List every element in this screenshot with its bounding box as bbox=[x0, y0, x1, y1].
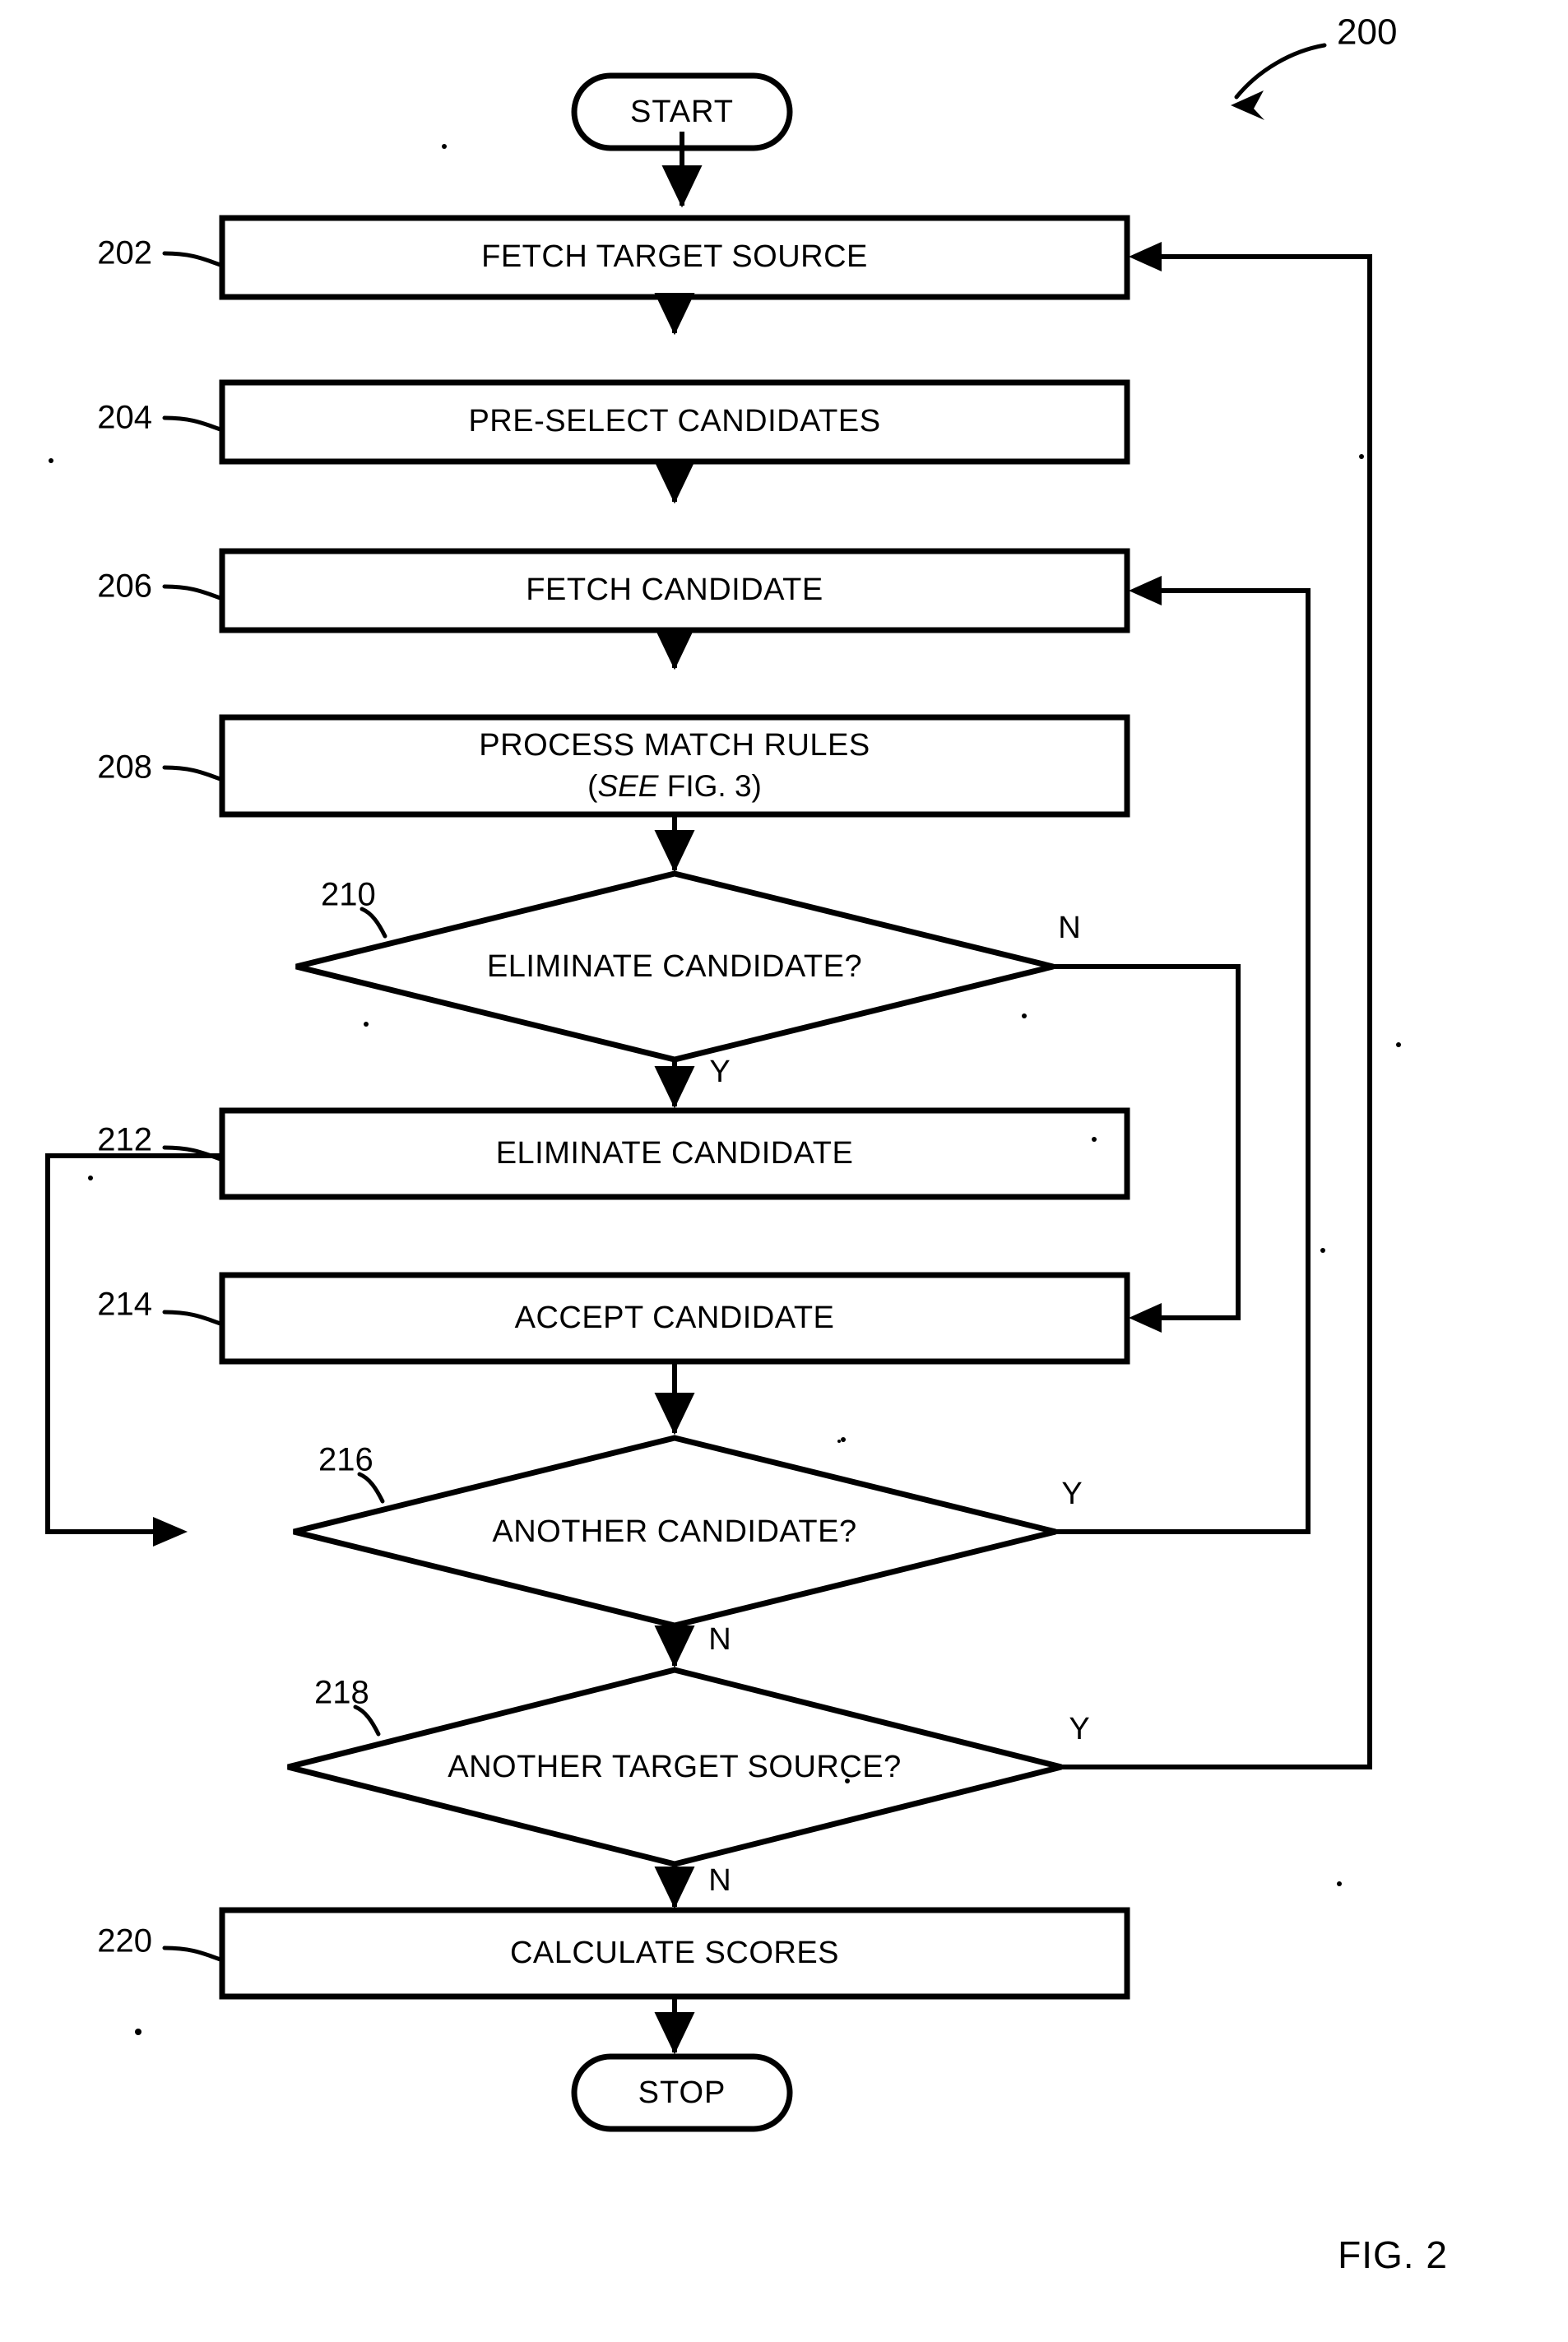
diamond-216-label: ANOTHER CANDIDATE? bbox=[492, 1514, 856, 1549]
scan-speck bbox=[88, 1176, 93, 1180]
box-208-label: PROCESS MATCH RULES bbox=[479, 728, 870, 763]
stop-terminator-label: STOP bbox=[638, 2075, 726, 2110]
ref-number-210: 210 bbox=[321, 877, 376, 913]
ref-number-202: 202 bbox=[97, 235, 152, 271]
ref-number-220: 220 bbox=[97, 1923, 152, 1959]
edge-218-Y-path bbox=[1061, 254, 1372, 1769]
figure-page: 200 START FETCH TARGET SOURCE 202 PRE-SE… bbox=[0, 0, 1568, 2342]
edge-212-to-216 bbox=[45, 1153, 222, 1547]
node-202: FETCH TARGET SOURCE 202 bbox=[97, 215, 1130, 300]
ref-number-218: 218 bbox=[314, 1675, 369, 1711]
node-stop: STOP bbox=[571, 2053, 793, 2132]
scan-speck bbox=[1359, 454, 1364, 459]
edge-212-216-path bbox=[45, 1153, 222, 1534]
ref-210-leader bbox=[360, 907, 387, 939]
scan-speck bbox=[837, 1440, 841, 1443]
node-220: CALCULATE SCORES 220 bbox=[97, 1907, 1130, 2000]
edge-210-Y-to-212: Y bbox=[654, 1055, 731, 1109]
box-212-label: ELIMINATE CANDIDATE bbox=[496, 1136, 854, 1171]
edge-216-Y-arrowhead bbox=[1129, 576, 1162, 605]
ref-214-leader bbox=[162, 1310, 223, 1326]
ref-206-leader bbox=[162, 584, 223, 601]
ref-220-leader bbox=[162, 1945, 223, 1962]
ref-number-212: 212 bbox=[97, 1122, 152, 1158]
node-208: PROCESS MATCH RULES (SEE FIG. 3) 208 bbox=[97, 714, 1130, 818]
box-208-sublabel-italic: SEE bbox=[597, 769, 659, 803]
ref-208-leader bbox=[162, 765, 223, 781]
node-218: ANOTHER TARGET SOURCE? 218 bbox=[287, 1667, 1062, 1867]
box-208-sublabel: (SEE FIG. 3) bbox=[587, 769, 762, 803]
node-212: ELIMINATE CANDIDATE 212 bbox=[97, 1107, 1130, 1200]
box-206-label: FETCH CANDIDATE bbox=[526, 573, 823, 607]
edge-212-216-arrowhead bbox=[153, 1517, 188, 1547]
diamond-210-label: ELIMINATE CANDIDATE? bbox=[487, 949, 862, 984]
ref-216-leader bbox=[357, 1472, 385, 1504]
ref-number-206: 206 bbox=[97, 568, 152, 605]
edge-216-N-to-218: N bbox=[654, 1622, 731, 1668]
node-216: ANOTHER CANDIDATE? 216 bbox=[293, 1435, 1056, 1629]
flowchart-diagram: 200 START FETCH TARGET SOURCE 202 PRE-SE… bbox=[45, 12, 1448, 2276]
branch-label-216-Y: Y bbox=[1061, 1477, 1082, 1511]
edge-218-N-to-220: N bbox=[654, 1863, 731, 1909]
scan-speck bbox=[1337, 1881, 1342, 1886]
branch-label-210-N: N bbox=[1058, 911, 1080, 945]
branch-label-210-Y: Y bbox=[709, 1055, 730, 1089]
edge-218-Y-to-202: Y bbox=[1061, 242, 1372, 1769]
figure-caption: FIG. 2 bbox=[1338, 2233, 1448, 2276]
box-204-label: PRE-SELECT CANDIDATES bbox=[468, 404, 880, 438]
figure-reference-leader bbox=[1234, 43, 1327, 100]
branch-label-218-N: N bbox=[708, 1863, 731, 1898]
box-220-label: CALCULATE SCORES bbox=[510, 1936, 839, 1970]
scan-speck bbox=[1320, 1248, 1325, 1253]
ref-number-214: 214 bbox=[97, 1287, 152, 1323]
start-terminator-label: START bbox=[630, 95, 734, 129]
ref-number-204: 204 bbox=[97, 400, 152, 436]
ref-number-216: 216 bbox=[318, 1442, 373, 1478]
branch-label-216-N: N bbox=[708, 1622, 731, 1657]
scan-speck bbox=[845, 1779, 850, 1783]
figure-reference-200: 200 bbox=[1231, 12, 1397, 120]
scan-speck bbox=[1092, 1137, 1097, 1142]
scan-speck bbox=[135, 2029, 141, 2035]
box-214-label: ACCEPT CANDIDATE bbox=[515, 1301, 835, 1335]
ref-202-leader bbox=[162, 251, 223, 267]
figure-reference-number: 200 bbox=[1337, 12, 1397, 53]
node-206: FETCH CANDIDATE 206 bbox=[97, 548, 1130, 633]
scan-speck bbox=[1022, 1013, 1027, 1018]
node-214: ACCEPT CANDIDATE 214 bbox=[97, 1272, 1130, 1365]
scan-speck bbox=[1396, 1042, 1401, 1047]
scan-speck bbox=[841, 1437, 846, 1442]
box-208-sublabel-open: ( bbox=[587, 769, 598, 803]
ref-218-leader bbox=[353, 1704, 381, 1737]
box-208-sublabel-rest: FIG. 3) bbox=[658, 769, 761, 803]
ref-number-208: 208 bbox=[97, 749, 152, 786]
edge-218-Y-arrowhead bbox=[1129, 242, 1162, 271]
box-202-label: FETCH TARGET SOURCE bbox=[481, 239, 868, 274]
edge-210-N-arrowhead bbox=[1129, 1303, 1162, 1333]
node-204: PRE-SELECT CANDIDATES 204 bbox=[97, 379, 1130, 465]
diamond-218-label: ANOTHER TARGET SOURCE? bbox=[448, 1750, 902, 1784]
scan-speck bbox=[49, 458, 53, 463]
node-210: ELIMINATE CANDIDATE? 210 bbox=[295, 870, 1054, 1063]
ref-204-leader bbox=[162, 415, 223, 432]
scan-speck bbox=[442, 144, 447, 149]
scan-speck bbox=[364, 1022, 369, 1027]
branch-label-218-Y: Y bbox=[1069, 1712, 1089, 1746]
